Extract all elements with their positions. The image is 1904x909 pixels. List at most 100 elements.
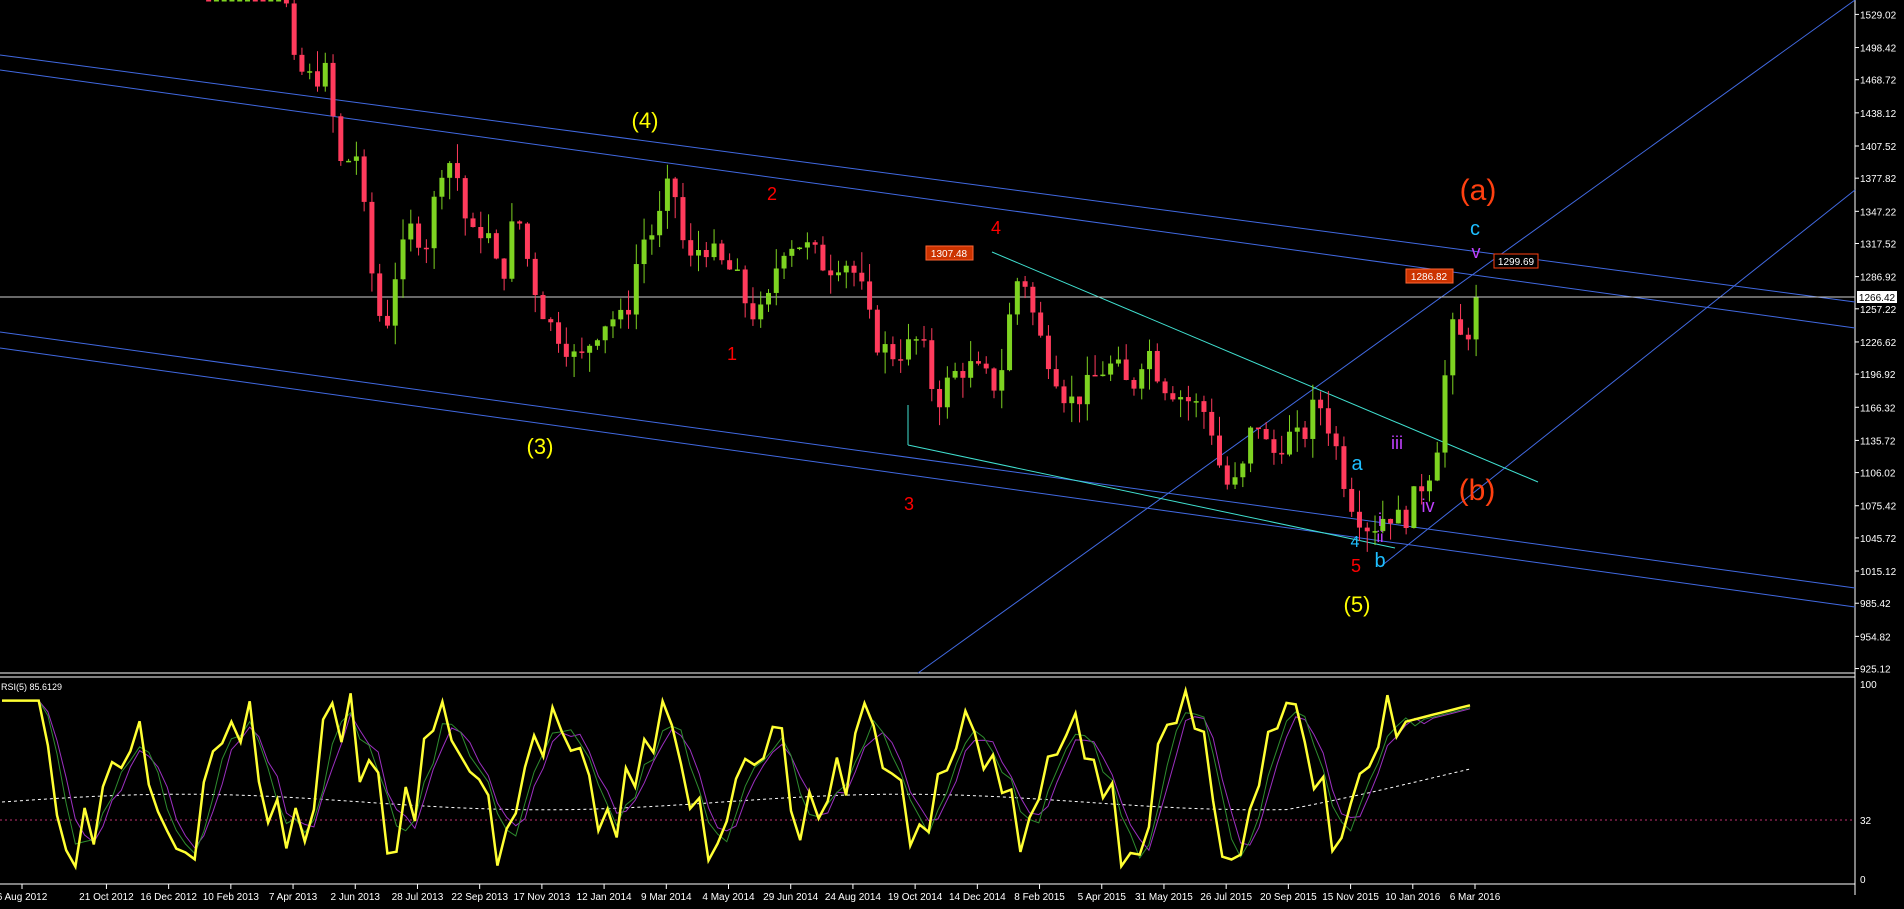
- candle-down: [1356, 511, 1362, 528]
- price-tick-label: 1196.92: [1860, 370, 1896, 381]
- candle-up: [758, 304, 764, 320]
- candle-down: [454, 163, 460, 179]
- candle-down: [1318, 399, 1324, 409]
- candle-up: [882, 344, 888, 353]
- candle-up: [1007, 314, 1013, 371]
- candle-down: [1217, 435, 1223, 466]
- price-tick-label: 1226.62: [1860, 338, 1897, 349]
- candle-down: [556, 322, 562, 344]
- wave-label-4-red: 4: [991, 218, 1001, 238]
- price-tick-label: 925.12: [1860, 665, 1891, 676]
- price-box-1307: 1307.48: [925, 245, 974, 261]
- rsi-title: RSI(5) 85.6129: [1, 682, 62, 692]
- candle-down: [462, 178, 468, 219]
- wave-label-b-orange: (b): [1459, 474, 1496, 507]
- candle-up: [999, 370, 1005, 391]
- candle-down: [369, 201, 375, 274]
- wave-label-5-yellow: (5): [1344, 592, 1371, 617]
- candle-down: [1325, 408, 1331, 434]
- candle-up: [649, 235, 655, 240]
- candle-down: [377, 273, 383, 316]
- candle-down: [361, 156, 367, 202]
- price-tick-label: 1045.72: [1860, 534, 1897, 545]
- candle-down: [579, 351, 585, 353]
- date-tick-label: 26 Jul 2015: [1200, 892, 1252, 903]
- candle-down: [975, 361, 981, 364]
- date-tick-label: 10 Feb 2013: [203, 892, 260, 903]
- candle-down: [1419, 486, 1425, 492]
- candle-down: [688, 240, 694, 256]
- candle-down: [330, 62, 336, 117]
- candle-down: [291, 3, 297, 55]
- candle-down: [874, 309, 880, 353]
- candle-up: [1014, 281, 1020, 315]
- candle-up: [1115, 359, 1121, 364]
- candle-up: [1473, 297, 1479, 340]
- candle-down: [384, 315, 390, 326]
- candle-down: [252, 0, 258, 2]
- candle-up: [431, 196, 437, 249]
- candle-up: [843, 265, 849, 273]
- candle-down: [314, 71, 320, 87]
- candle-down: [501, 258, 507, 279]
- current-price-tag-text: 1266.42: [1859, 293, 1896, 304]
- date-tick-label: 8 Feb 2015: [1014, 892, 1065, 903]
- date-tick-label: 31 May 2015: [1135, 892, 1193, 903]
- wave-label-1-red: 1: [727, 344, 737, 364]
- candle-down: [1271, 439, 1277, 453]
- candle-down: [1364, 527, 1370, 532]
- candle-up: [594, 340, 600, 346]
- candle-up: [1434, 452, 1440, 481]
- candle-down: [1053, 369, 1059, 387]
- date-tick-label: 6 Aug 2012: [0, 892, 48, 903]
- candle-down: [890, 344, 896, 360]
- candle-down: [1465, 334, 1471, 340]
- candle-up: [1294, 427, 1300, 432]
- price-tick-label: 1075.42: [1860, 502, 1897, 513]
- candle-down: [812, 242, 818, 245]
- candle-up: [610, 319, 616, 327]
- wave-label-2-red: 2: [767, 184, 777, 204]
- wave-label-i-magenta: i: [1378, 510, 1382, 530]
- price-box-1307-text: 1307.48: [931, 249, 968, 260]
- candle-down: [1030, 286, 1036, 313]
- price-tick-label: 1106.02: [1860, 469, 1896, 480]
- price-tick-label: 954.82: [1860, 632, 1891, 643]
- price-tick-label: 1135.72: [1860, 436, 1896, 447]
- candle-down: [493, 233, 499, 259]
- candle-down: [703, 249, 709, 258]
- candle-up: [1232, 477, 1238, 485]
- rsi-tick-100: 100: [1860, 680, 1877, 691]
- wave-label-iv-magenta: iv: [1422, 496, 1435, 516]
- candle-down: [1209, 411, 1215, 436]
- wave-label-3-red: 3: [904, 494, 914, 514]
- candle-up: [346, 160, 352, 163]
- candle-down: [1224, 465, 1230, 485]
- price-tick-label: 1498.42: [1860, 44, 1897, 55]
- candle-up: [1426, 480, 1432, 492]
- wave-label-a-cyan: a: [1351, 453, 1363, 475]
- candle-down: [1170, 393, 1176, 400]
- candle-down: [1279, 452, 1285, 455]
- date-tick-label: 24 Aug 2014: [825, 892, 882, 903]
- candle-up: [221, 0, 227, 2]
- candle-down: [478, 227, 484, 239]
- candle-up: [913, 339, 919, 341]
- candle-down: [859, 272, 865, 282]
- price-box-1299-text: 1299.69: [1498, 257, 1535, 268]
- candle-down: [1162, 381, 1168, 394]
- date-tick-label: 4 May 2014: [702, 892, 755, 903]
- candle-up: [1139, 369, 1145, 389]
- candle-down: [851, 265, 857, 273]
- candle-up: [618, 309, 624, 320]
- candle-up: [905, 339, 911, 360]
- candle-up: [602, 326, 608, 341]
- candle-down: [1061, 386, 1067, 404]
- candle-up: [276, 0, 282, 2]
- candle-down: [898, 359, 904, 361]
- candle-down: [470, 218, 476, 228]
- candle-up: [711, 243, 717, 258]
- date-tick-label: 6 Mar 2016: [1450, 892, 1501, 903]
- price-tick-label: 1377.82: [1860, 174, 1897, 185]
- candle-up: [322, 62, 328, 87]
